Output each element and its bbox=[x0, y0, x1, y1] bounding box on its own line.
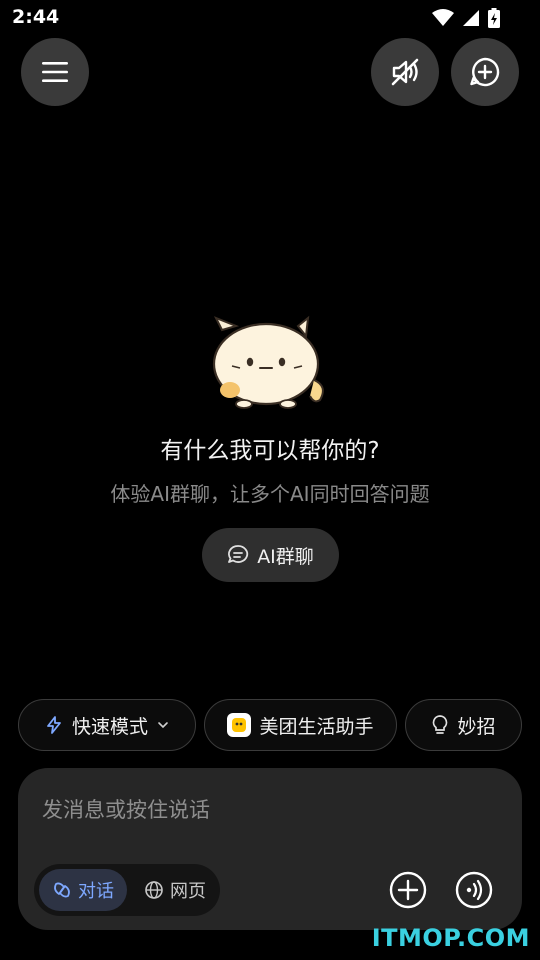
meituan-assistant-label: 美团生活助手 bbox=[259, 715, 374, 738]
fast-mode-dropdown[interactable]: 快速模式 bbox=[18, 699, 196, 751]
status-bar: 2:44 bbox=[0, 0, 540, 36]
web-mode-tab[interactable]: 网页 bbox=[134, 869, 216, 911]
fast-mode-label: 快速模式 bbox=[71, 715, 148, 738]
chat-mode-icon bbox=[54, 882, 70, 898]
message-composer: 发消息或按住说话 对话 网页 bbox=[18, 768, 522, 930]
new-chat-button[interactable] bbox=[451, 38, 519, 106]
globe-icon bbox=[145, 881, 163, 899]
tips-chip[interactable]: 妙招 bbox=[405, 699, 522, 751]
status-time: 2:44 bbox=[12, 6, 60, 28]
mute-voice-button[interactable] bbox=[371, 38, 439, 106]
message-input[interactable]: 发消息或按住说话 bbox=[42, 794, 210, 824]
chat-mode-tab[interactable]: 对话 bbox=[39, 869, 127, 911]
new-chat-icon bbox=[470, 57, 500, 87]
voice-call-button[interactable] bbox=[454, 870, 494, 910]
status-icons bbox=[432, 8, 500, 28]
wifi-icon bbox=[432, 9, 454, 26]
lightbulb-icon bbox=[433, 715, 448, 734]
mode-toggle: 对话 网页 bbox=[34, 864, 220, 916]
tips-label: 妙招 bbox=[457, 715, 496, 738]
welcome-title: 有什么我可以帮你的? bbox=[160, 438, 380, 464]
speaker-muted-icon bbox=[391, 58, 419, 86]
menu-button[interactable] bbox=[21, 38, 89, 106]
lightning-icon bbox=[47, 716, 61, 734]
watermark: ITMOP.COM bbox=[371, 924, 530, 952]
add-attachment-button[interactable] bbox=[388, 870, 428, 910]
ai-group-chat-button[interactable]: AI群聊 bbox=[202, 528, 339, 582]
ai-group-chat-label: AI群聊 bbox=[257, 545, 314, 568]
chevron-down-icon bbox=[158, 722, 168, 729]
battery-charging-icon bbox=[488, 8, 500, 28]
meituan-assistant-chip[interactable]: 美团生活助手 bbox=[204, 699, 397, 751]
web-mode-label: 网页 bbox=[170, 881, 206, 902]
chat-mode-label: 对话 bbox=[78, 881, 114, 902]
cat-mascot-illustration bbox=[212, 315, 324, 409]
cellular-signal-icon bbox=[463, 10, 479, 26]
chat-bubble-icon bbox=[228, 545, 249, 563]
meituan-logo-icon bbox=[227, 713, 252, 737]
hamburger-menu-icon bbox=[42, 62, 68, 82]
welcome-subtitle: 体验AI群聊，让多个AI同时回答问题 bbox=[110, 482, 430, 506]
